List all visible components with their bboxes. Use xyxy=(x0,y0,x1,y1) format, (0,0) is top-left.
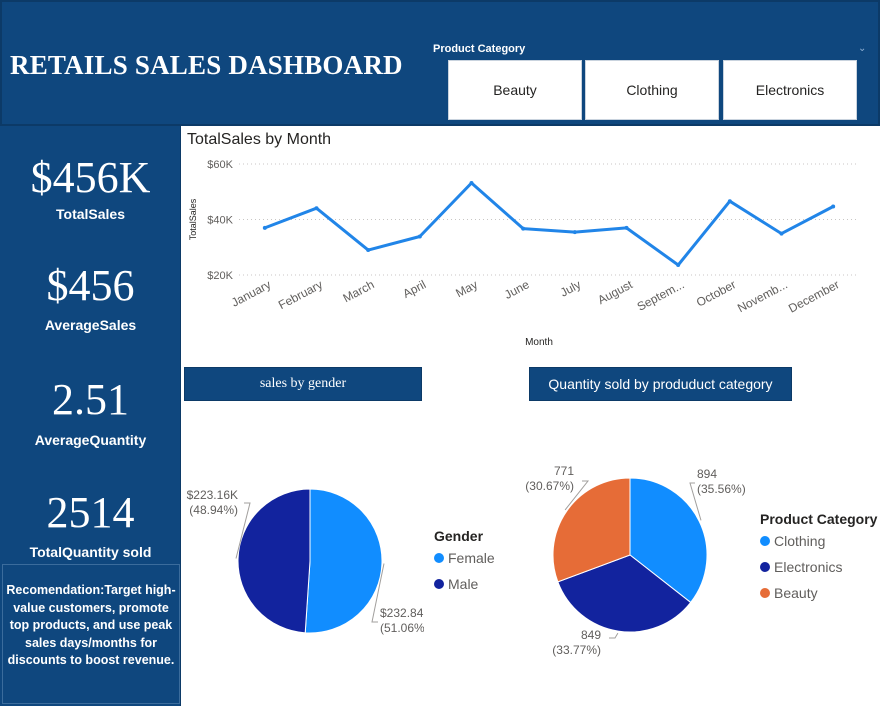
data-point[interactable] xyxy=(469,181,474,186)
sales-by-gender-pie: $232.84K(51.06%) $223.16K(48.94%) xyxy=(187,488,424,635)
total-sales-label: TotalSales xyxy=(56,206,125,222)
data-label-percent: (48.94%) xyxy=(189,503,238,517)
total-sales-value: $456K xyxy=(30,153,151,202)
data-point[interactable] xyxy=(262,225,267,230)
x-tick-label: May xyxy=(453,277,480,300)
x-tick-label: Novemb... xyxy=(735,277,790,315)
data-point[interactable] xyxy=(727,199,732,204)
x-tick-label: February xyxy=(276,277,325,312)
product-category-slicer-label: Product Category xyxy=(433,43,526,55)
clothing-legend-dot xyxy=(760,536,770,546)
data-label-percent: (51.06%) xyxy=(380,621,424,635)
x-tick-label: Septem... xyxy=(635,277,687,313)
gender-legend-title: Gender xyxy=(434,528,484,544)
data-point[interactable] xyxy=(521,226,526,231)
average-sales-value: $456 xyxy=(46,261,135,310)
legend-item-female[interactable]: Female xyxy=(434,550,495,566)
recommendation-text: Recomendation:Target high-value customer… xyxy=(2,564,180,704)
x-tick-label: March xyxy=(341,277,377,305)
average-quantity-value: 2.51 xyxy=(52,375,129,424)
x-tick-label: January xyxy=(229,277,273,309)
data-label-percent: (30.67%) xyxy=(525,479,574,493)
data-label-value: $223.16K xyxy=(187,488,238,502)
data-point[interactable] xyxy=(831,204,836,209)
data-point[interactable] xyxy=(572,230,577,235)
chevron-down-icon[interactable]: ⌄ xyxy=(858,43,866,54)
data-point[interactable] xyxy=(366,248,371,253)
x-tick-label: July xyxy=(558,277,583,299)
y-axis-label: TotalSales xyxy=(188,198,198,240)
data-label-percent: (35.56%) xyxy=(697,482,746,496)
y-tick-label: $60K xyxy=(207,159,233,171)
legend-label-female: Female xyxy=(448,550,495,566)
data-label-value: 849 xyxy=(581,628,601,642)
slicer-option-clothing[interactable]: Clothing xyxy=(585,60,719,120)
average-quantity-label: AverageQuantity xyxy=(34,432,147,448)
average-sales-label: AverageSales xyxy=(44,317,137,333)
legend-item-male[interactable]: Male xyxy=(434,576,478,592)
x-tick-label: October xyxy=(694,277,738,309)
legend-label-beauty: Beauty xyxy=(774,585,818,601)
legend-item-clothing[interactable]: Clothing xyxy=(760,533,825,549)
legend-label-clothing: Clothing xyxy=(774,533,826,549)
legend-item-electronics[interactable]: Electronics xyxy=(760,559,842,575)
sales-by-gender-heading: sales by gender xyxy=(184,367,422,401)
legend-item-beauty[interactable]: Beauty xyxy=(760,585,818,601)
slicer-option-beauty[interactable]: Beauty xyxy=(448,60,582,120)
line-chart-title: TotalSales by Month xyxy=(187,131,332,148)
data-label-percent: (33.77%) xyxy=(552,643,601,657)
x-axis-label: Month xyxy=(525,337,553,348)
total-quantity-label: TotalQuantity sold xyxy=(29,544,152,560)
x-tick-label: April xyxy=(400,277,428,301)
data-label-value: 894 xyxy=(697,467,717,481)
total-quantity-value: 2514 xyxy=(46,488,135,537)
female-legend-dot xyxy=(434,553,444,563)
legend-label-electronics: Electronics xyxy=(774,559,843,575)
beauty-legend-dot xyxy=(760,588,770,598)
total-sales-line-chart: $20K $40K $60K TotalSales January February Mar… xyxy=(188,159,859,348)
total-sales-series-line[interactable] xyxy=(264,181,834,267)
data-point[interactable] xyxy=(417,234,422,239)
data-label-value: 771 xyxy=(554,464,574,478)
data-point[interactable] xyxy=(624,225,629,230)
quantity-by-category-heading: Quantity sold by produduct category xyxy=(529,367,792,401)
male-legend-dot xyxy=(434,579,444,589)
quantity-by-category-pie: 894(35.56%) 849(33.77%) 771(30.67%) xyxy=(525,464,746,657)
legend-label-male: Male xyxy=(448,576,479,592)
x-tick-label: June xyxy=(502,277,532,302)
x-tick-label: August xyxy=(595,277,635,307)
page-title: RETAILS SALES DASHBOARD xyxy=(10,50,403,80)
data-point[interactable] xyxy=(779,231,784,236)
y-tick-label: $40K xyxy=(207,215,233,227)
electronics-legend-dot xyxy=(760,562,770,572)
dashboard-header: RETAILS SALES DASHBOARD Product Category… xyxy=(0,0,880,126)
pie-slice-female[interactable] xyxy=(304,488,383,634)
leader-line xyxy=(609,632,619,639)
data-label-value: $232.84K xyxy=(380,606,424,620)
slicer-option-electronics[interactable]: Electronics xyxy=(723,60,857,120)
x-tick-label: December xyxy=(786,277,841,315)
data-point[interactable] xyxy=(314,206,319,211)
pie-slice-male[interactable] xyxy=(237,488,311,634)
y-tick-label: $20K xyxy=(207,270,233,282)
category-legend-title: Product Category xyxy=(760,511,878,527)
data-point[interactable] xyxy=(676,262,681,267)
